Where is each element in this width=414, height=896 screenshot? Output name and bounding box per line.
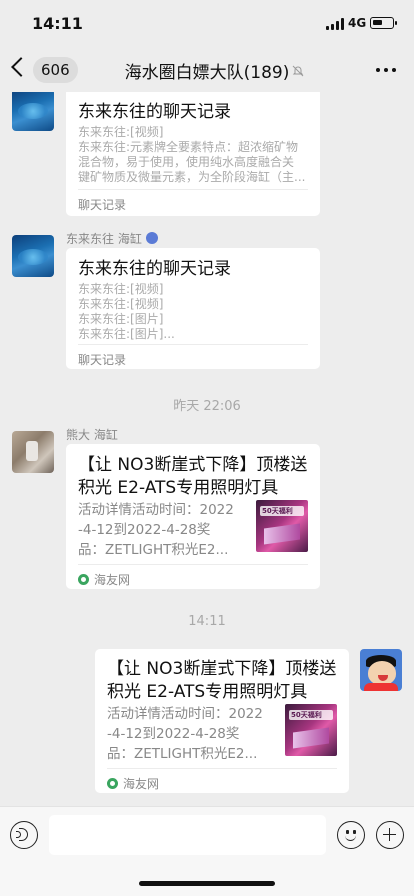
link-title-line: 积光 E2-ATS专用照明灯具 bbox=[107, 682, 308, 702]
link-source: 海友网 bbox=[107, 768, 337, 792]
link-card[interactable]: 【让 NO3断崖式下降】顶楼送 积光 E2-ATS专用照明灯具 活动详情活动时间… bbox=[95, 649, 349, 793]
site-logo-icon bbox=[78, 574, 89, 585]
back-unread-count[interactable]: 606 bbox=[33, 57, 78, 83]
link-card[interactable]: 【让 NO3断崖式下降】顶楼送 积光 E2-ATS专用照明灯具 活动详情活动时间… bbox=[66, 444, 320, 589]
link-desc-line: 活动详情活动时间：2022 bbox=[78, 502, 234, 518]
link-source-name: 海友网 bbox=[94, 573, 131, 587]
link-desc-line: 品：ZETLIGHT积光E2... bbox=[107, 746, 258, 762]
sender-name: 东来东往 海缸 bbox=[66, 230, 158, 247]
link-title-line: 积光 E2-ATS专用照明灯具 bbox=[78, 478, 279, 498]
chat-record-lines: 东来东往:[视频] 东来东往:元素牌全要素特点：超浓缩矿物 混合物，易于使用，使… bbox=[78, 125, 308, 185]
chat-record-line: 混合物，易于使用，使用纯水高度融合关 bbox=[78, 155, 295, 169]
home-indicator bbox=[139, 881, 275, 886]
chat-record-line: 键矿物质及微量元素，为全阶段海缸（主... bbox=[78, 170, 306, 184]
chat-record-title: 东来东往的聊天记录 bbox=[78, 259, 231, 279]
link-thumbnail: 50天福利 bbox=[285, 704, 337, 756]
emoji-icon[interactable] bbox=[337, 821, 365, 849]
chat-record-line: 东来东往:[视频] bbox=[78, 282, 164, 296]
status-time: 14:11 bbox=[32, 14, 83, 33]
link-source: 海友网 bbox=[78, 564, 308, 588]
site-logo-icon bbox=[107, 778, 118, 789]
message-input[interactable] bbox=[49, 815, 326, 855]
chat-record-lines: 东来东往:[视频] 东来东往:[视频] 东来东往:[图片] 东来东往:[图片].… bbox=[78, 282, 308, 342]
link-desc-line: 活动详情活动时间：2022 bbox=[107, 706, 263, 722]
chat-record-line: 东来东往:[图片] bbox=[78, 312, 164, 326]
link-title: 【让 NO3断崖式下降】顶楼送 积光 E2-ATS专用照明灯具 bbox=[107, 658, 337, 704]
chat-record-line: 东来东往:元素牌全要素特点：超浓缩矿物 bbox=[78, 140, 299, 154]
link-desc-line: 品：ZETLIGHT积光E2... bbox=[78, 542, 229, 558]
nav-bar: 606 海水圈白嫖大队(189) bbox=[0, 48, 414, 92]
voice-icon[interactable] bbox=[10, 821, 38, 849]
link-source-name: 海友网 bbox=[123, 777, 160, 791]
time-divider: 14:11 bbox=[188, 614, 226, 629]
thumbnail-text: 50天福利 bbox=[291, 711, 322, 719]
avatar[interactable] bbox=[12, 92, 54, 131]
chat-record-footer: 聊天记录 bbox=[78, 189, 308, 213]
battery-level bbox=[373, 20, 382, 25]
sender-name-text: 东来东往 海缸 bbox=[66, 232, 142, 246]
link-description: 活动详情活动时间：2022 -4-12到2022-4-28奖 品：ZETLIGH… bbox=[78, 500, 244, 560]
link-title: 【让 NO3断崖式下降】顶楼送 积光 E2-ATS专用照明灯具 bbox=[78, 454, 308, 500]
thumbnail-text: 50天福利 bbox=[262, 507, 293, 515]
link-desc-line: -4-12到2022-4-28奖 bbox=[78, 522, 211, 538]
chat-record-line: 东来东往:[视频] bbox=[78, 125, 164, 139]
link-title-line: 【让 NO3断崖式下降】顶楼送 bbox=[78, 455, 308, 475]
link-description: 活动详情活动时间：2022 -4-12到2022-4-28奖 品：ZETLIGH… bbox=[107, 704, 273, 764]
chat-record-footer: 聊天记录 bbox=[78, 344, 308, 368]
time-divider: 昨天 22:06 bbox=[173, 399, 241, 414]
chat-title: 海水圈白嫖大队(189) bbox=[124, 63, 290, 83]
avatar[interactable] bbox=[12, 431, 54, 473]
avatar[interactable] bbox=[12, 235, 54, 277]
battery-icon bbox=[370, 17, 397, 29]
more-dots-icon[interactable] bbox=[376, 68, 396, 72]
chat-record-line: 东来东往:[图片]... bbox=[78, 327, 175, 341]
status-bar: 14:11 4G bbox=[0, 0, 414, 48]
chat-record-card[interactable]: 东来东往的聊天记录 东来东往:[视频] 东来东往:元素牌全要素特点：超浓缩矿物 … bbox=[66, 92, 320, 216]
chat-record-line: 东来东往:[视频] bbox=[78, 297, 164, 311]
link-thumbnail: 50天福利 bbox=[256, 500, 308, 552]
plus-icon[interactable] bbox=[376, 821, 404, 849]
signal-icon bbox=[326, 18, 344, 30]
emoji-badge-icon bbox=[145, 232, 158, 244]
link-desc-line: -4-12到2022-4-28奖 bbox=[107, 726, 240, 742]
chevron-left-icon[interactable] bbox=[11, 57, 31, 77]
chat-record-card[interactable]: 东来东往的聊天记录 东来东往:[视频] 东来东往:[视频] 东来东往:[图片] … bbox=[66, 248, 320, 369]
avatar[interactable] bbox=[360, 649, 402, 691]
link-title-line: 【让 NO3断崖式下降】顶楼送 bbox=[107, 659, 337, 679]
network-type: 4G bbox=[348, 16, 367, 30]
bell-off-icon bbox=[292, 65, 304, 77]
chat-messages[interactable]: 东来东往的聊天记录 东来东往:[视频] 东来东往:元素牌全要素特点：超浓缩矿物 … bbox=[0, 92, 414, 806]
chat-record-title: 东来东往的聊天记录 bbox=[78, 102, 231, 122]
sender-name: 熊大 海缸 bbox=[66, 428, 118, 442]
